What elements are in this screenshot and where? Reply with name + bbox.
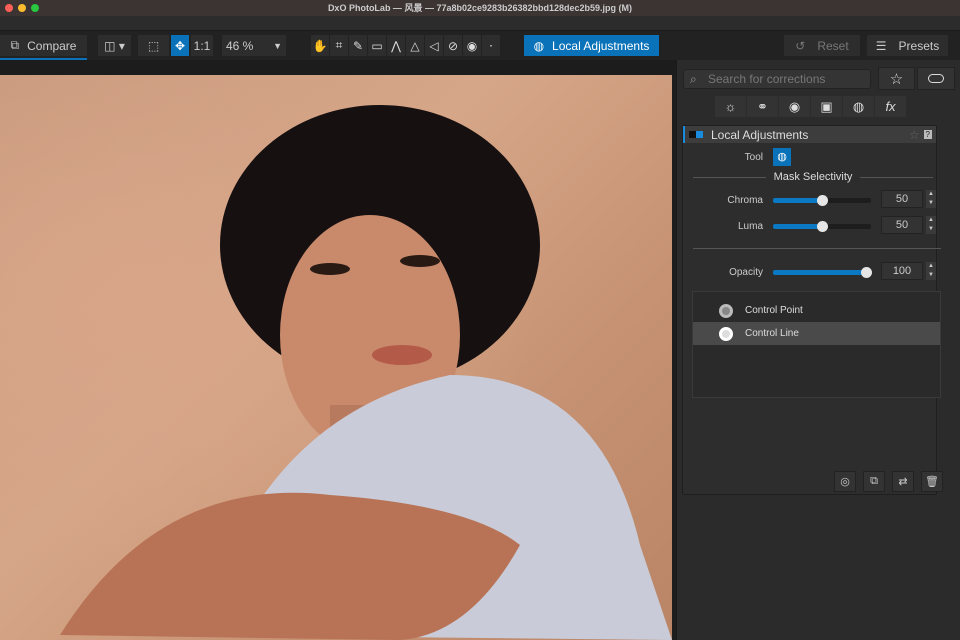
help-icon[interactable]: ? bbox=[923, 130, 932, 139]
trash-icon: 🗑 bbox=[925, 476, 939, 488]
local-adjustments-palette: Local Adjustments ☆? Tool ◍ Mask Selectiv… bbox=[682, 125, 943, 495]
compare-button[interactable]: ⧉ Compare bbox=[0, 35, 87, 56]
chroma-slider[interactable] bbox=[773, 195, 871, 206]
presets-label: Presets bbox=[898, 38, 940, 53]
viewer-top-strip bbox=[0, 60, 676, 75]
opacity-value[interactable]: 100 bbox=[881, 262, 923, 280]
mask-selectivity-label: Mask Selectivity bbox=[773, 171, 853, 183]
opacity-label: Opacity bbox=[729, 267, 763, 278]
mask-list: Control Point Control Line bbox=[692, 291, 941, 398]
right-panel: ⌕ Search for corrections ☆ ☼ ⚭ ◉ ▣ ◍ fx L… bbox=[676, 60, 960, 640]
eye-slash-icon: ◎ bbox=[840, 476, 850, 488]
delete-button[interactable]: 🗑 bbox=[921, 471, 943, 492]
toolbar: ⧉ Compare ◫ ▾ ⬚ ✥ 1:1 46 % ▼ ✋ ⌗ ✎ ▭ ⋀ △ ◁… bbox=[0, 31, 960, 60]
presets-button[interactable]: ☰ Presets bbox=[867, 35, 948, 56]
duplicate-icon: ⧉ bbox=[870, 475, 878, 487]
duplicate-button[interactable]: ⧉ bbox=[863, 471, 885, 492]
list-item[interactable]: Control Point bbox=[693, 299, 940, 322]
chroma-label: Chroma bbox=[727, 195, 763, 206]
window-title: DxO PhotoLab — 风景 — 77a8b02ce9283b26382b… bbox=[327, 3, 633, 13]
fit-button[interactable]: ⬚ bbox=[138, 35, 169, 56]
split-view-icon: ◫ ▾ bbox=[104, 38, 125, 53]
local-adjustments-icon: ◍ bbox=[533, 38, 545, 53]
luma-slider[interactable] bbox=[773, 221, 871, 232]
palette-tabs: ☼ ⚭ ◉ ▣ ◍ fx bbox=[715, 96, 906, 117]
zoom-select[interactable]: 46 % ▼ bbox=[222, 35, 286, 56]
fit-icon: ⬚ bbox=[147, 38, 160, 53]
palette-header[interactable]: Local Adjustments ☆? bbox=[683, 126, 936, 143]
chroma-value[interactable]: 50 bbox=[881, 190, 923, 208]
hand-icon[interactable]: ✋ bbox=[311, 35, 329, 56]
invert-button[interactable]: ⇄ bbox=[892, 471, 914, 492]
reset-icon: ↺ bbox=[795, 38, 806, 53]
photo-viewer[interactable] bbox=[0, 75, 672, 640]
tab-light-icon[interactable]: ☼ bbox=[715, 96, 746, 117]
palette-toggle-icon[interactable] bbox=[689, 131, 703, 138]
favorites-button[interactable]: ☆ bbox=[878, 67, 915, 90]
zoom-value: 46 % bbox=[226, 38, 254, 53]
grid-icon[interactable]: ⋅ bbox=[482, 35, 500, 56]
list-item-label: Control Line bbox=[745, 328, 799, 339]
mask-selectivity-header: Mask Selectivity bbox=[693, 171, 934, 183]
tab-detail-icon[interactable]: ◉ bbox=[779, 96, 810, 117]
perspective-icon[interactable]: ⋀ bbox=[387, 35, 405, 56]
star-icon[interactable]: ☆ bbox=[909, 128, 920, 142]
minimize-window-button[interactable] bbox=[18, 4, 26, 12]
compare-label: Compare bbox=[27, 38, 77, 53]
luma-slider-handle[interactable] bbox=[817, 221, 828, 232]
toggle-button[interactable] bbox=[917, 67, 955, 90]
perspective-quad-icon[interactable]: ◁ bbox=[425, 35, 443, 56]
local-adjustments-label: Local Adjustments bbox=[552, 38, 650, 53]
luma-value[interactable]: 50 bbox=[881, 216, 923, 234]
hide-mask-button[interactable]: ◎ bbox=[834, 471, 856, 492]
toggle-icon bbox=[928, 74, 944, 83]
perspective-rect-icon[interactable]: △ bbox=[406, 35, 424, 56]
control-point-icon bbox=[719, 303, 733, 318]
swap-icon: ⇄ bbox=[898, 476, 908, 488]
opacity-slider[interactable] bbox=[773, 267, 872, 278]
chroma-slider-handle[interactable] bbox=[817, 195, 828, 206]
horizon-icon[interactable]: ▭ bbox=[368, 35, 386, 56]
search-placeholder: Search for corrections bbox=[708, 72, 826, 86]
zoom-window-button[interactable] bbox=[31, 4, 39, 12]
list-item-label: Control Point bbox=[745, 305, 803, 316]
repair-icon[interactable]: ⊘ bbox=[444, 35, 462, 56]
red-eye-icon[interactable]: ◉ bbox=[463, 35, 481, 56]
tool-button[interactable]: ◍ bbox=[773, 148, 791, 166]
tab-geometry-icon[interactable]: ▣ bbox=[811, 96, 842, 117]
divider bbox=[693, 248, 941, 249]
palette-title: Local Adjustments bbox=[711, 127, 809, 142]
compare-icon: ⧉ bbox=[10, 38, 20, 52]
list-item-selected[interactable]: Control Line bbox=[693, 322, 940, 345]
tool-label: Tool bbox=[744, 152, 763, 163]
search-input[interactable]: ⌕ Search for corrections bbox=[683, 69, 871, 89]
sliders-icon: ☰ bbox=[875, 38, 887, 53]
opacity-stepper[interactable]: ▲ ▼ bbox=[926, 262, 936, 280]
move-icon: ✥ bbox=[174, 38, 186, 53]
reset-button[interactable]: ↺ Reset bbox=[784, 35, 860, 56]
opacity-slider-handle[interactable] bbox=[861, 267, 872, 278]
chroma-stepper[interactable]: ▲ ▼ bbox=[926, 190, 936, 208]
crop-icon[interactable]: ⌗ bbox=[330, 35, 348, 56]
search-icon: ⌕ bbox=[690, 72, 697, 86]
title-bar: DxO PhotoLab — 风景 — 77a8b02ce9283b26382b… bbox=[0, 0, 960, 16]
tab-color-icon[interactable]: ⚭ bbox=[747, 96, 778, 117]
tab-local-adjustments-icon[interactable]: ◍ bbox=[843, 96, 874, 117]
move-button[interactable]: ✥ bbox=[171, 35, 189, 56]
tab-effects-icon[interactable]: fx bbox=[875, 96, 906, 117]
one-to-one-button[interactable]: 1:1 bbox=[191, 35, 213, 56]
eyedropper-icon[interactable]: ✎ bbox=[349, 35, 367, 56]
toolbar-band bbox=[0, 16, 960, 31]
luma-stepper[interactable]: ▲ ▼ bbox=[926, 216, 936, 234]
control-line-icon bbox=[719, 326, 733, 341]
reset-label: Reset bbox=[817, 38, 849, 53]
split-view-button[interactable]: ◫ ▾ bbox=[98, 35, 131, 56]
portrait-photo bbox=[60, 105, 672, 640]
star-icon: ☆ bbox=[889, 70, 904, 88]
local-adjustments-button[interactable]: ◍ Local Adjustments bbox=[524, 35, 659, 56]
luma-label: Luma bbox=[737, 221, 763, 232]
window-controls bbox=[5, 4, 39, 12]
close-window-button[interactable] bbox=[5, 4, 13, 12]
chevron-down-icon: ▼ bbox=[273, 40, 282, 51]
